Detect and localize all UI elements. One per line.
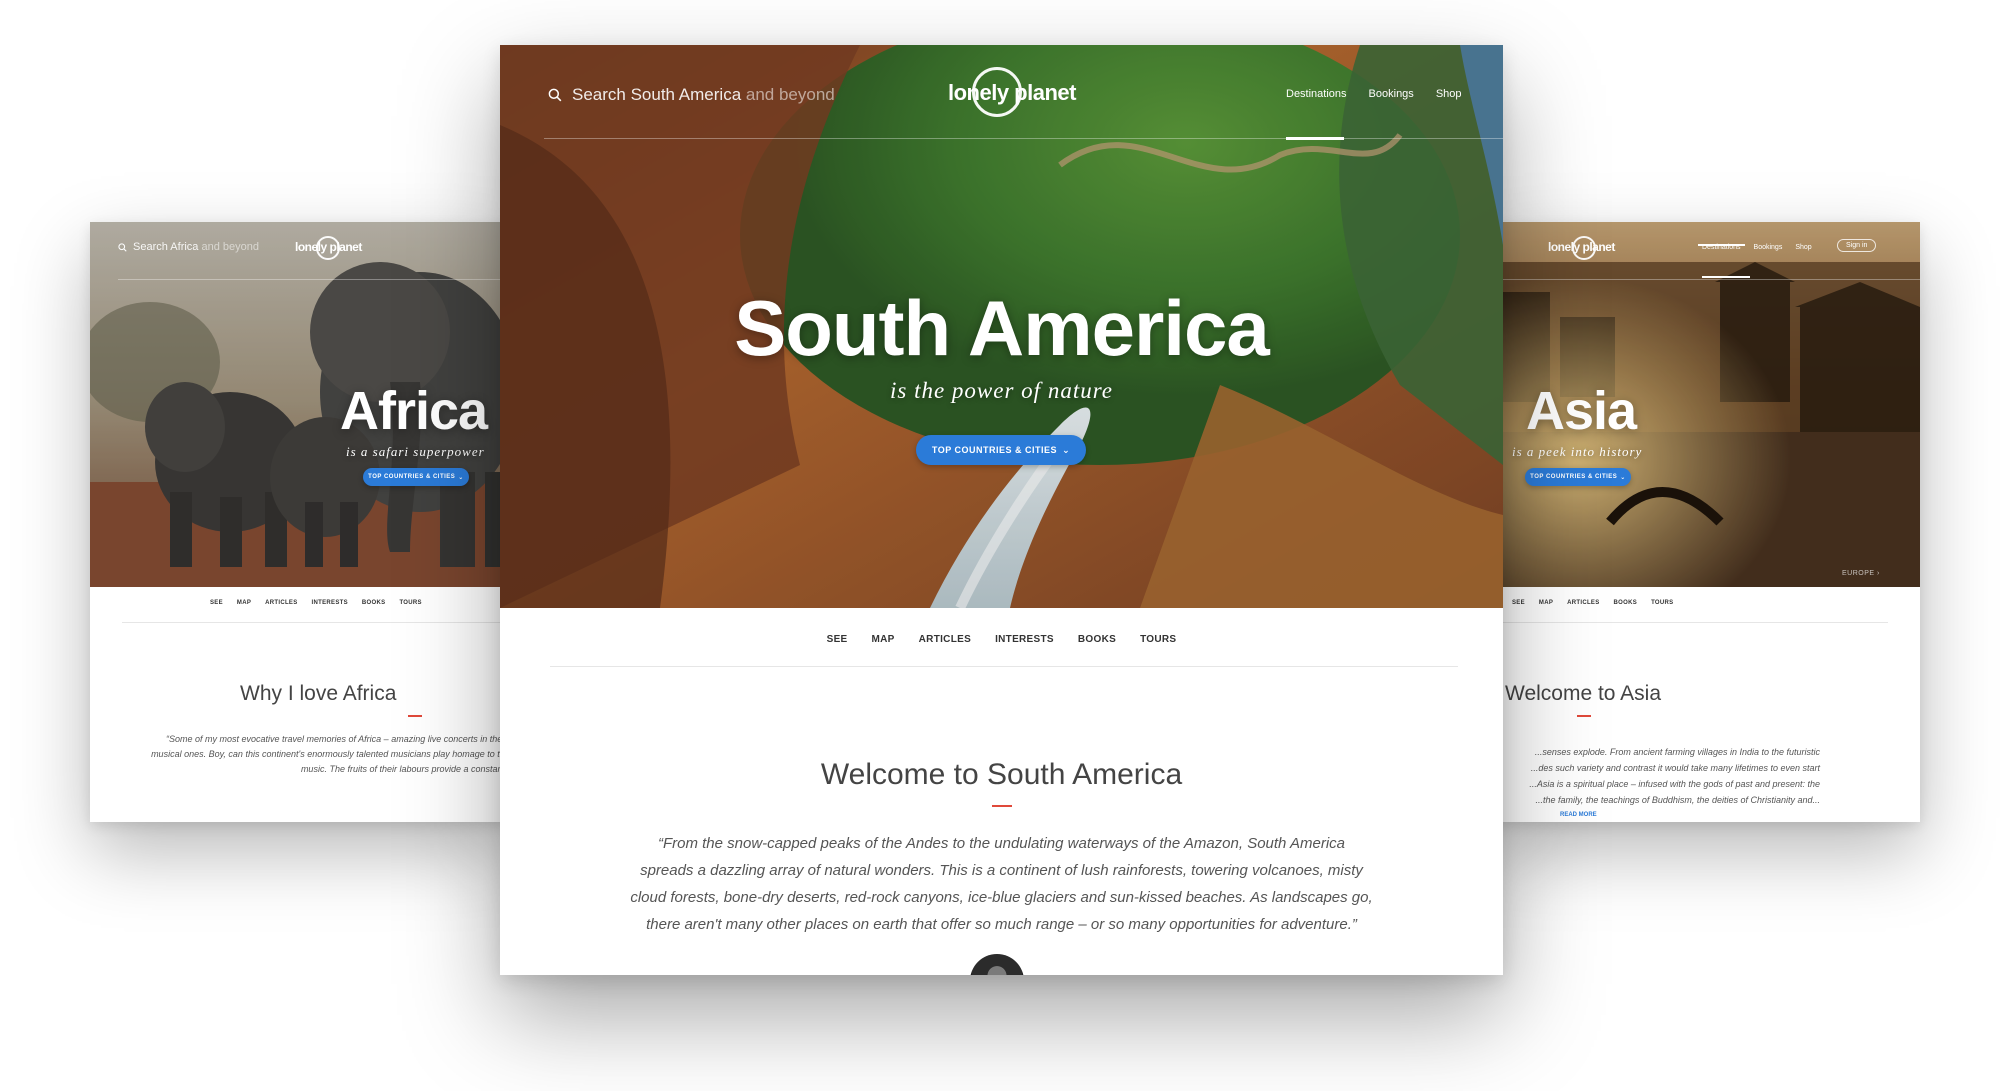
active-nav-underline — [1702, 276, 1750, 278]
south-america-subnav: SEE MAP ARTICLES INTERESTS BOOKS TOURS — [500, 634, 1503, 645]
asia-subnav: SEE MAP ARTICLES BOOKS TOURS — [1512, 600, 1673, 606]
region-label[interactable]: EUROPE › — [1842, 570, 1880, 577]
asia-top-nav: Destinations Bookings Shop — [1698, 244, 1812, 251]
south-america-logo[interactable]: lonely planet — [948, 80, 1076, 106]
quote-line: ...the family, the teachings of Buddhism… — [1535, 795, 1820, 805]
subnav-articles[interactable]: ARTICLES — [919, 634, 971, 645]
subnav-map[interactable]: MAP — [237, 600, 251, 606]
asia-quote: ...senses explode. From ancient farming … — [1490, 744, 1820, 808]
subnav-divider — [122, 622, 510, 623]
header-divider — [1490, 279, 1920, 280]
africa-quote: “Some of my most evocative travel memori… — [151, 734, 510, 774]
subnav-map[interactable]: MAP — [1539, 600, 1553, 606]
africa-subnav: SEE MAP ARTICLES INTERESTS BOOKS TOURS — [210, 600, 422, 606]
subnav-see[interactable]: SEE — [210, 600, 223, 606]
africa-page-preview: Search Africa and beyond lonely planet A… — [90, 222, 510, 822]
search-placeholder-prefix: Search Africa — [133, 241, 199, 253]
south-america-page-preview: Search South America and beyond lonely p… — [500, 45, 1503, 975]
search-icon — [118, 242, 127, 252]
author-avatar — [970, 954, 1024, 975]
asia-page-preview: lonely planet Destinations Bookings Shop… — [1490, 222, 1920, 822]
nav-shop[interactable]: Shop — [1436, 88, 1462, 100]
nav-shop[interactable]: Shop — [1795, 244, 1811, 251]
header-divider — [544, 138, 1503, 139]
subnav-see[interactable]: SEE — [827, 634, 848, 645]
nav-bookings[interactable]: Bookings — [1369, 88, 1414, 100]
cta-label: Top countries & cities — [368, 474, 456, 480]
asia-hero: lonely planet Destinations Bookings Shop… — [1490, 222, 1920, 587]
south-america-hero: Search South America and beyond lonely p… — [500, 45, 1503, 608]
subnav-divider — [1490, 622, 1888, 623]
asia-logo[interactable]: lonely planet — [1548, 240, 1615, 254]
subnav-books[interactable]: BOOKS — [1614, 600, 1638, 606]
africa-hero: Search Africa and beyond lonely planet A… — [90, 222, 510, 587]
nav-destinations[interactable]: Destinations — [1698, 244, 1745, 251]
south-america-quote: “From the snow-capped peaks of the Andes… — [560, 830, 1443, 938]
subnav-divider — [550, 666, 1458, 667]
search-icon — [548, 88, 562, 102]
africa-top-countries-button[interactable]: Top countries & cities ⌄ — [363, 468, 469, 486]
red-rule — [1577, 715, 1591, 717]
subnav-map[interactable]: MAP — [872, 634, 895, 645]
africa-hero-title: Africa — [340, 381, 488, 441]
search-placeholder-suffix: and beyond — [741, 85, 835, 104]
sign-in-button[interactable]: Sign in — [1837, 239, 1877, 252]
cta-label: Top countries & cities — [931, 445, 1058, 455]
subnav-tours[interactable]: TOURS — [399, 600, 421, 606]
search-placeholder-suffix: and beyond — [198, 241, 259, 253]
subnav-tours[interactable]: TOURS — [1140, 634, 1176, 645]
quote-line: there aren't many other places on earth … — [646, 916, 1357, 933]
red-rule — [408, 715, 422, 717]
subnav-articles[interactable]: ARTICLES — [1567, 600, 1599, 606]
subnav-interests[interactable]: INTERESTS — [312, 600, 348, 606]
south-america-top-nav: Destinations Bookings Shop — [1286, 88, 1462, 100]
south-america-hero-subtitle: is the power of nature — [889, 378, 1114, 403]
quote-line: ...senses explode. From ancient farming … — [1534, 747, 1820, 757]
region-label-text: EUROPE — [1842, 570, 1875, 577]
search-placeholder-prefix: Search South America — [572, 85, 742, 104]
quote-line: cloud forests, bone-dry deserts, red-roc… — [630, 889, 1373, 906]
south-america-hero-title: South America — [734, 284, 1270, 372]
south-america-search[interactable]: Search South America and beyond — [548, 85, 835, 105]
south-america-top-countries-button[interactable]: Top countries & cities ⌄ — [916, 435, 1086, 465]
south-america-search-label: Search South America and beyond — [572, 85, 835, 105]
nav-bookings[interactable]: Bookings — [1754, 244, 1783, 251]
subnav-books[interactable]: BOOKS — [1078, 634, 1116, 645]
asia-section-title: Welcome to Asia — [1505, 682, 1662, 705]
asia-hero-title: Asia — [1526, 381, 1637, 441]
asia-top-countries-button[interactable]: Top countries & cities ⌄ — [1525, 468, 1631, 486]
quote-line: ...Asia is a spiritual place – infused w… — [1529, 779, 1820, 789]
chevron-down-icon: ⌄ — [1620, 474, 1626, 481]
chevron-down-icon: ⌄ — [1062, 444, 1071, 455]
quote-line: ...des such variety and contrast it woul… — [1530, 763, 1820, 773]
africa-search[interactable]: Search Africa and beyond — [118, 241, 259, 253]
header-divider — [118, 279, 510, 280]
subnav-see[interactable]: SEE — [1512, 600, 1525, 606]
chevron-down-icon: ⌄ — [458, 474, 464, 481]
cta-label: Top countries & cities — [1530, 474, 1618, 480]
subnav-books[interactable]: BOOKS — [362, 600, 386, 606]
africa-logo[interactable]: lonely planet — [295, 240, 362, 254]
nav-destinations[interactable]: Destinations — [1286, 88, 1347, 100]
south-america-section-title: Welcome to South America — [820, 758, 1183, 791]
africa-search-label: Search Africa and beyond — [133, 241, 259, 253]
subnav-articles[interactable]: ARTICLES — [265, 600, 297, 606]
quote-line: spreads a dazzling array of natural wond… — [640, 862, 1363, 879]
quote-line: “From the snow-capped peaks of the Andes… — [657, 835, 1346, 852]
asia-hero-subtitle: is a peek into history — [1512, 444, 1643, 459]
africa-section-title: Why I love Africa — [240, 682, 397, 705]
africa-hero-subtitle: is a safari superpower — [346, 444, 485, 459]
read-more-link[interactable]: READ MORE — [1560, 812, 1597, 818]
red-rule — [992, 805, 1012, 807]
subnav-tours[interactable]: TOURS — [1651, 600, 1673, 606]
subnav-interests[interactable]: INTERESTS — [995, 634, 1054, 645]
